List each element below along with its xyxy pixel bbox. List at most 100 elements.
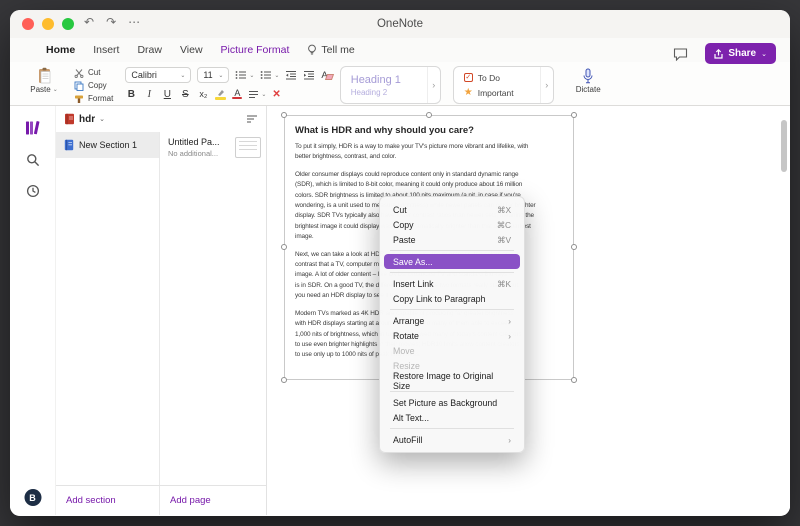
undo-button[interactable]: ↶	[84, 15, 94, 29]
notebook-header: hdr ⌄	[56, 106, 266, 132]
context-menu-item[interactable]: Set Picture as Background	[384, 395, 520, 410]
ribbon-tab[interactable]: Insert	[93, 44, 119, 56]
bullet-list-button[interactable]: ⌄	[235, 70, 254, 80]
notebooks-icon[interactable]	[25, 120, 41, 136]
titlebar: ↶ ↷ ⋯ OneNote	[10, 10, 790, 38]
tell-me-button[interactable]: Tell me	[307, 44, 354, 56]
context-menu-item[interactable]: Save As...	[384, 254, 520, 269]
clear-formatting-button[interactable]: A	[321, 70, 327, 81]
style-heading1[interactable]: Heading 1	[351, 74, 417, 86]
page-text-line: Older consumer displays could reproduce …	[295, 170, 563, 180]
styles-gallery[interactable]: Heading 1 Heading 2 ›	[340, 66, 441, 104]
context-menu-item[interactable]: AutoFill ›	[384, 432, 520, 447]
ribbon-tab[interactable]: Draw	[137, 44, 162, 56]
selection-handle-bottom-right[interactable]	[571, 377, 577, 383]
paste-button[interactable]: Paste⌄	[26, 65, 62, 94]
selection-handle-top-left[interactable]	[281, 112, 287, 118]
tags-gallery-expand-icon[interactable]: ›	[540, 67, 553, 103]
paste-dropdown-icon: ⌄	[53, 86, 58, 93]
styles-gallery-expand-icon[interactable]: ›	[427, 67, 440, 103]
context-menu-item[interactable]: Alt Text...	[384, 410, 520, 425]
selection-handle-bottom-left[interactable]	[281, 377, 287, 383]
page-canvas[interactable]: What is HDR and why should you care? To …	[266, 106, 790, 515]
notebook-name[interactable]: hdr	[79, 114, 95, 125]
font-color-button[interactable]: A	[232, 89, 242, 100]
notebook-icon	[64, 113, 75, 125]
decrease-indent-button[interactable]	[285, 70, 297, 80]
sections-list: New Section 1	[56, 132, 160, 485]
selection-handle-top-right[interactable]	[571, 112, 577, 118]
increase-indent-button[interactable]	[303, 70, 315, 80]
selection-handle-mid-left[interactable]	[281, 244, 287, 250]
ribbon-tab[interactable]: Home	[46, 44, 75, 56]
selection-handle-mid-right[interactable]	[571, 244, 577, 250]
redo-button[interactable]: ↷	[106, 15, 116, 29]
bold-button[interactable]: B	[125, 89, 137, 100]
font-name-select[interactable]: Calibri ⌄	[125, 67, 191, 83]
format-brush-icon	[74, 94, 84, 104]
recent-notes-icon[interactable]	[26, 184, 40, 198]
page-item[interactable]: Untitled Pa... No additional...	[160, 132, 266, 163]
minimize-window-button[interactable]	[42, 18, 54, 30]
dictate-button[interactable]: Dictate	[576, 65, 601, 94]
menu-item-shortcut: ⌘V	[497, 235, 511, 245]
notebook-chevron-icon[interactable]: ⌄	[99, 115, 105, 123]
context-menu-item[interactable]: Rotate ›	[384, 328, 520, 343]
style-heading2[interactable]: Heading 2	[351, 88, 417, 97]
clipboard-icon	[37, 67, 52, 84]
add-page-button[interactable]: Add page	[160, 486, 211, 515]
page-text-line: (SDR), which is limited to 8-bit color, …	[295, 180, 563, 190]
numbered-list-button[interactable]: ⌄	[260, 70, 279, 80]
tag-important[interactable]: ★ Important	[464, 86, 530, 99]
copy-icon	[74, 81, 84, 91]
search-icon[interactable]	[26, 153, 40, 167]
add-section-button[interactable]: Add section	[56, 486, 160, 515]
font-size-select[interactable]: 11 ⌄	[197, 67, 229, 83]
selection-handle-top-center[interactable]	[426, 112, 432, 118]
ribbon-tab[interactable]: Picture Format	[221, 44, 290, 56]
avatar[interactable]: B	[24, 489, 41, 506]
share-button[interactable]: Share ⌄	[705, 43, 776, 64]
context-menu-item[interactable]: Cut ⌘X	[384, 202, 520, 217]
section-item[interactable]: New Section 1	[56, 132, 159, 158]
ribbon-tab[interactable]: View	[180, 44, 203, 56]
vertical-scrollbar[interactable]	[781, 120, 787, 172]
context-menu-item[interactable]	[390, 272, 514, 273]
chevron-down-icon: ⌄	[274, 72, 279, 79]
underline-button[interactable]: U	[161, 89, 173, 100]
ribbon: Paste⌄ Cut Copy	[10, 62, 790, 106]
cut-button[interactable]: Cut	[74, 67, 113, 78]
clipboard-group: Cut Copy Format	[74, 65, 113, 104]
context-menu-item[interactable]: Insert Link ⌘K	[384, 276, 520, 291]
context-menu-item[interactable]	[390, 309, 514, 310]
more-toolbar-icon[interactable]: ⋯	[128, 15, 140, 29]
page-text-line: To put it simply, HDR is a way to make y…	[295, 142, 563, 152]
format-painter-button[interactable]: Format	[74, 93, 113, 104]
context-menu-item[interactable]: Copy ⌘C	[384, 217, 520, 232]
context-menu-item[interactable]	[390, 391, 514, 392]
copy-button[interactable]: Copy	[74, 80, 113, 91]
context-menu-item[interactable]	[390, 250, 514, 251]
context-menu-item[interactable]	[390, 428, 514, 429]
menu-item-shortcut: ⌘K	[497, 279, 511, 289]
delete-button[interactable]: ✕	[272, 89, 280, 100]
ribbon-tabs: Home Insert Draw View Picture Format	[46, 44, 289, 56]
image-heading: What is HDR and why should you care?	[295, 125, 563, 136]
context-menu-item[interactable]: Copy Link to Paragraph	[384, 291, 520, 306]
context-menu-item[interactable]: Restore Image to Original Size	[384, 373, 520, 388]
subscript-button[interactable]: x₂	[197, 89, 209, 99]
strikethrough-button[interactable]: S	[179, 89, 191, 100]
italic-button[interactable]: I	[143, 89, 155, 100]
sort-pages-icon[interactable]	[246, 114, 258, 124]
tag-todo[interactable]: ✓ To Do	[464, 71, 530, 84]
paragraph-options-button[interactable]: ⌄	[248, 90, 266, 99]
tags-gallery[interactable]: ✓ To Do ★ Important ›	[453, 66, 554, 104]
context-menu-item[interactable]: Paste ⌘V	[384, 232, 520, 247]
highlight-color-button[interactable]	[215, 89, 226, 100]
close-window-button[interactable]	[22, 18, 34, 30]
zoom-window-button[interactable]	[62, 18, 74, 30]
context-menu-item[interactable]: Arrange ›	[384, 313, 520, 328]
chevron-down-icon: ⌄	[218, 72, 223, 79]
comments-icon[interactable]	[673, 47, 688, 61]
context-menu-item[interactable]: Move	[384, 343, 520, 358]
